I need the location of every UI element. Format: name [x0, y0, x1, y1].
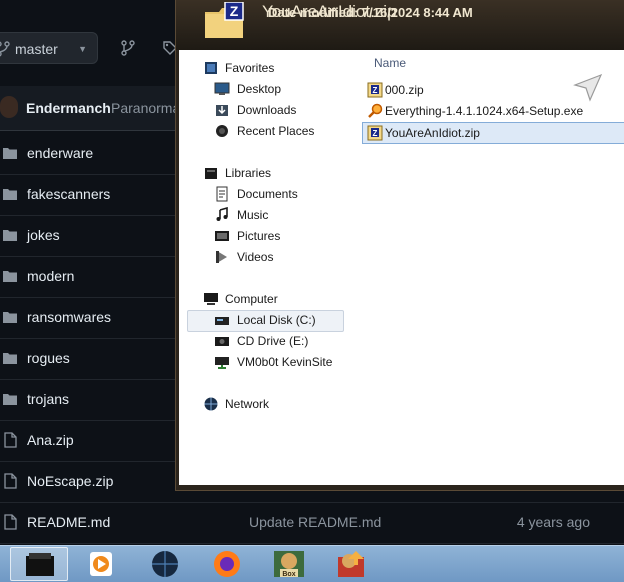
taskbar-firefox[interactable]: [198, 547, 256, 581]
hard-drive-icon: [215, 317, 229, 325]
entry-name[interactable]: enderware: [27, 145, 93, 161]
favorites-star-icon: [205, 62, 217, 74]
explorer-window: Z YouAreAnIdiot.zip Date modified: 7/16/…: [175, 0, 624, 491]
navigation-pane: Favorites Desktop Downloads Recent Place…: [179, 50, 362, 485]
entry-name[interactable]: trojans: [27, 391, 69, 407]
folder-icon: [3, 189, 17, 200]
file-name: 000.zip: [385, 83, 424, 97]
nav-item-label: Downloads: [237, 103, 297, 117]
entry-name[interactable]: README.md: [27, 514, 110, 530]
pictures-icon: [215, 231, 229, 241]
nav-network-label: Network: [225, 397, 270, 411]
branch-name: master: [15, 41, 58, 57]
repo-entry-row[interactable]: README.md Update README.md 4 years ago: [0, 502, 624, 544]
cd-drive-icon: [215, 337, 229, 346]
nav-computer-label: Computer: [225, 292, 278, 306]
taskbar-media-player[interactable]: [72, 547, 130, 581]
taskbar-sandbox-app[interactable]: [322, 547, 380, 581]
network-drive-icon: [215, 357, 229, 369]
details-pane: Z YouAreAnIdiot.zip Date modified: 7/16/…: [176, 0, 624, 50]
nav-item-label: Desktop: [237, 82, 282, 96]
entry-name[interactable]: ransomwares: [27, 309, 111, 325]
branch-selector[interactable]: master ▼: [0, 32, 98, 64]
zip-folder-icon: Z: [205, 2, 244, 38]
nav-libraries-label: Libraries: [225, 166, 272, 180]
start-orb-icon: [26, 553, 54, 576]
recent-places-icon: [216, 125, 228, 137]
libraries-icon: [205, 168, 217, 179]
nav-item-label: Videos: [237, 250, 274, 264]
entry-commit-message[interactable]: Update README.md: [249, 514, 381, 530]
commit-message[interactable]: Paranorma: [111, 100, 180, 116]
entry-name[interactable]: NoEscape.zip: [27, 473, 113, 489]
file-name: YouAreAnIdiot.zip: [385, 126, 480, 140]
branch-icon: [0, 41, 10, 57]
taskbar-internet-explorer[interactable]: [136, 547, 194, 581]
sandbox-app-icon: [338, 551, 364, 577]
column-header-name[interactable]: Name: [374, 56, 406, 70]
commit-author[interactable]: Endermanch: [26, 100, 111, 116]
entry-name[interactable]: Ana.zip: [27, 432, 74, 448]
nav-item-label: CD Drive (E:): [237, 334, 309, 348]
entry-name[interactable]: fakescanners: [27, 186, 110, 202]
nav-item-label: VM0b0t KevinSite: [237, 355, 333, 369]
avatar[interactable]: [0, 96, 18, 118]
file-icon: [4, 432, 17, 448]
media-player-icon: [90, 552, 112, 576]
taskbar-box-game[interactable]: Box: [260, 547, 318, 581]
nav-item-label: Music: [237, 208, 269, 222]
network-globe-icon: [204, 397, 218, 411]
videos-icon: [216, 251, 227, 263]
taskbar: Box: [0, 545, 624, 582]
chevron-down-icon: ▼: [78, 44, 87, 54]
nav-item-label: Local Disk (C:): [237, 313, 316, 327]
desktop-icon: [214, 82, 230, 95]
file-name: Everything-1.4.1.1024.x64-Setup.exe: [385, 104, 584, 118]
folder-icon: [3, 148, 17, 159]
entry-name[interactable]: rogues: [27, 350, 70, 366]
branches-icon[interactable]: [120, 40, 136, 56]
documents-icon: [216, 186, 228, 202]
music-icon: [216, 207, 228, 221]
downloads-icon: [216, 105, 228, 116]
nav-item-label: Documents: [237, 187, 298, 201]
folder-icon: [3, 312, 17, 323]
folder-icon: [3, 394, 17, 405]
globe-icon: [152, 551, 178, 577]
nav-favorites-label: Favorites: [225, 61, 275, 75]
file-list: Name Z 000.zip Everything-1.4.1.1024.x64…: [362, 50, 624, 485]
entry-name[interactable]: jokes: [27, 227, 60, 243]
entry-name[interactable]: modern: [27, 268, 74, 284]
nav-item-label: Pictures: [237, 229, 281, 243]
svg-text:Z: Z: [373, 129, 378, 138]
file-icon: [4, 514, 17, 530]
svg-text:Z: Z: [230, 3, 239, 19]
svg-text:Z: Z: [373, 86, 378, 95]
taskbar-start-orb[interactable]: [10, 547, 68, 581]
search-magnifier-icon: [368, 103, 383, 118]
folder-icon: [3, 353, 17, 364]
zip-archive-icon: Z: [367, 82, 383, 98]
mouse-cursor-icon: [573, 73, 603, 102]
zip-archive-icon: Z: [367, 125, 383, 141]
svg-text:Box: Box: [282, 571, 295, 578]
computer-icon: [204, 293, 218, 305]
preview-date-modified: Date modified: 7/16/2024 8:44 AM: [268, 5, 473, 20]
folder-icon: [3, 230, 17, 241]
file-icon: [4, 473, 17, 489]
folder-icon: [3, 271, 17, 282]
firefox-icon: [214, 551, 240, 577]
entry-age: 4 years ago: [516, 514, 590, 530]
box-game-icon: Box: [274, 551, 304, 578]
nav-item-label: Recent Places: [237, 124, 315, 138]
